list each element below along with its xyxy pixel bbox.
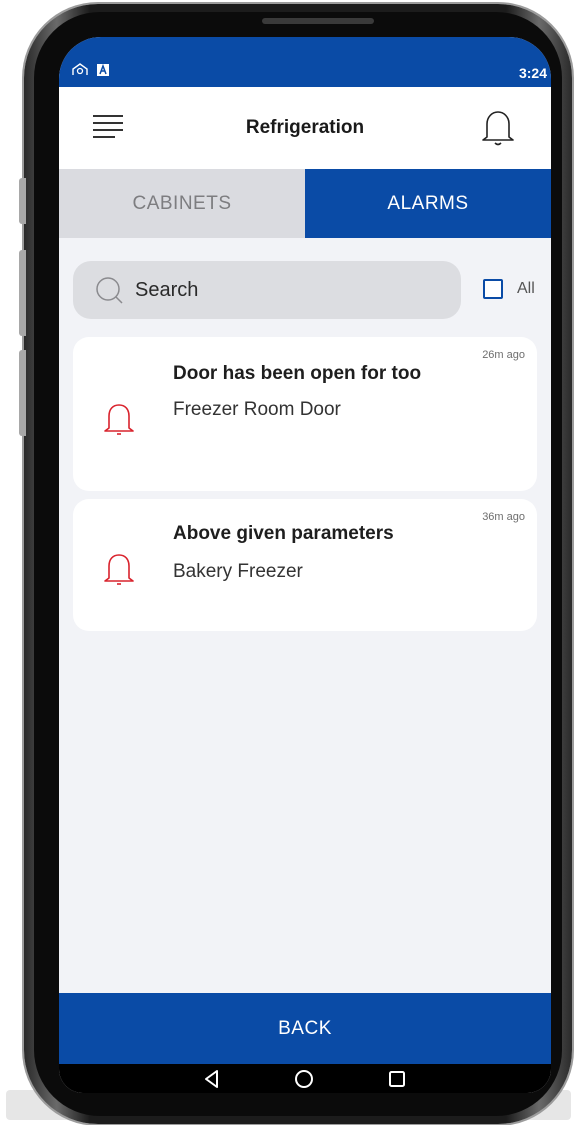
- back-triangle-icon[interactable]: [201, 1068, 223, 1090]
- alarm-time: 36m ago: [482, 511, 525, 523]
- search-input[interactable]: Search: [73, 261, 461, 319]
- recents-square-icon[interactable]: [386, 1068, 408, 1090]
- app-header: Refrigeration: [59, 87, 551, 169]
- select-all-checkbox[interactable]: [483, 279, 503, 299]
- status-time: 3:24: [518, 65, 547, 81]
- volume-up-button: [19, 178, 26, 224]
- back-button[interactable]: BACK: [59, 993, 551, 1064]
- bell-icon: [104, 554, 134, 585]
- alarm-subtitle: Freezer Room Door: [173, 399, 341, 420]
- phone-speaker: [262, 18, 374, 24]
- alarm-card[interactable]: 26m ago Door has been open for too Freez…: [73, 337, 537, 491]
- alarm-title: Door has been open for too: [173, 363, 422, 384]
- notification-app-icon: [72, 63, 88, 75]
- alarm-title: Above given parameters: [173, 523, 394, 544]
- android-nav-bar: [59, 1064, 551, 1093]
- page-title: Refrigeration: [245, 117, 365, 138]
- search-icon: [96, 277, 123, 304]
- status-icons: [71, 63, 109, 77]
- app-screen: 3:24 Refrigeration CABINETS ALARMS Searc…: [59, 37, 551, 1093]
- home-circle-icon[interactable]: [293, 1068, 315, 1090]
- volume-down-button: [19, 250, 26, 336]
- bell-icon[interactable]: [481, 109, 515, 147]
- alarm-card[interactable]: 36m ago Above given parameters Bakery Fr…: [73, 499, 537, 631]
- status-bar: 3:24: [59, 37, 551, 87]
- power-button: [19, 350, 26, 436]
- select-all-label: All: [517, 280, 535, 297]
- alarm-time: 26m ago: [482, 349, 525, 361]
- tab-cabinets[interactable]: CABINETS: [59, 169, 305, 238]
- tab-alarms[interactable]: ALARMS: [305, 169, 551, 238]
- select-all-toggle[interactable]: All: [483, 279, 535, 299]
- bell-icon: [104, 404, 134, 435]
- tab-bar: CABINETS ALARMS: [59, 169, 551, 238]
- a-badge-icon: [97, 64, 109, 76]
- search-placeholder: Search: [135, 278, 199, 301]
- alarm-subtitle: Bakery Freezer: [173, 561, 303, 582]
